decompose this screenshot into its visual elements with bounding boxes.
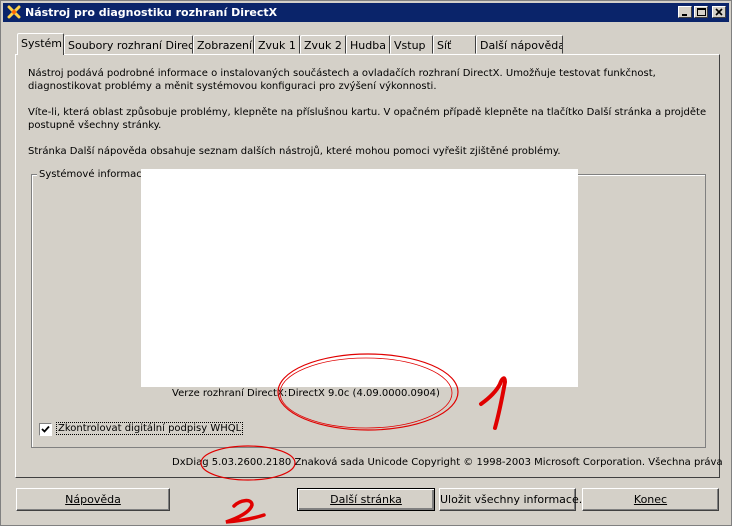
tab-system[interactable]: Systém (17, 33, 64, 55)
next-page-button-label: Další stránka (330, 493, 402, 506)
tab-sound-2[interactable]: Zvuk 2 (300, 35, 346, 54)
tab-label: Soubory rozhraní DirectX (68, 39, 193, 52)
minimize-icon (682, 14, 687, 16)
tab-more-help[interactable]: Další nápověda (476, 35, 563, 54)
system-info-group-label: Systémové informace (37, 169, 150, 180)
save-all-info-button[interactable]: Uložit všechny informace... (439, 488, 589, 511)
tab-label: Systém (21, 37, 63, 50)
exit-button-label: Konec (633, 493, 668, 506)
tab-label: Zvuk 2 (304, 39, 342, 52)
directx-version-value: DirectX 9.0c (4.09.0000.0904) (288, 388, 440, 399)
intro-paragraph-3: Stránka Další nápověda obsahuje seznam d… (28, 146, 561, 157)
tab-sound-1[interactable]: Zvuk 1 (254, 35, 300, 54)
tab-label: Zobrazení (197, 39, 253, 52)
tab-input[interactable]: Vstup (390, 35, 433, 54)
tab-label: Hudba (350, 39, 386, 52)
tab-label: Další nápověda (480, 39, 563, 52)
tab-label: Vstup (394, 39, 426, 52)
tab-network[interactable]: Síť (433, 35, 476, 54)
intro-paragraph-1: Nástroj podává podrobné informace o inst… (28, 68, 656, 92)
maximize-icon (696, 8, 706, 16)
tab-label: Zvuk 1 (258, 39, 296, 52)
status-line: DxDiag 5.03.2600.2180 Znaková sada Unico… (172, 457, 723, 468)
checkmark-icon (41, 425, 50, 433)
whql-checkbox-label[interactable]: Zkontrolovat digitální podpisy WHQL (55, 422, 244, 435)
whql-checkbox[interactable] (39, 423, 52, 436)
save-all-info-button-label: Uložit všechny informace... (440, 493, 590, 506)
next-page-button[interactable]: Další stránka (297, 488, 435, 511)
directx-version-label: Verze rozhraní DirectX: (172, 388, 288, 399)
help-button[interactable]: Nápověda (16, 488, 170, 511)
close-button[interactable] (712, 6, 726, 18)
tab-music[interactable]: Hudba (346, 35, 390, 54)
title-bar[interactable]: Nástroj pro diagnostiku rozhraní DirectX (3, 3, 729, 22)
tab-label: Síť (437, 39, 452, 52)
exit-button[interactable]: Konec (582, 488, 719, 511)
minimize-button[interactable] (678, 6, 692, 18)
tab-directx-files[interactable]: Soubory rozhraní DirectX (64, 35, 193, 54)
window-title: Nástroj pro diagnostiku rozhraní DirectX (25, 6, 278, 19)
intro-paragraph-2: Víte-li, která oblast způsobuje problémy… (28, 107, 707, 131)
tab-display[interactable]: Zobrazení (193, 35, 254, 54)
dxdiag-window: Nástroj pro diagnostiku rozhraní DirectX… (0, 0, 732, 526)
close-icon (715, 8, 723, 16)
maximize-button[interactable] (694, 6, 708, 18)
redacted-system-info (141, 169, 578, 387)
help-button-label: Nápověda (65, 493, 121, 506)
directx-app-icon (7, 5, 21, 19)
